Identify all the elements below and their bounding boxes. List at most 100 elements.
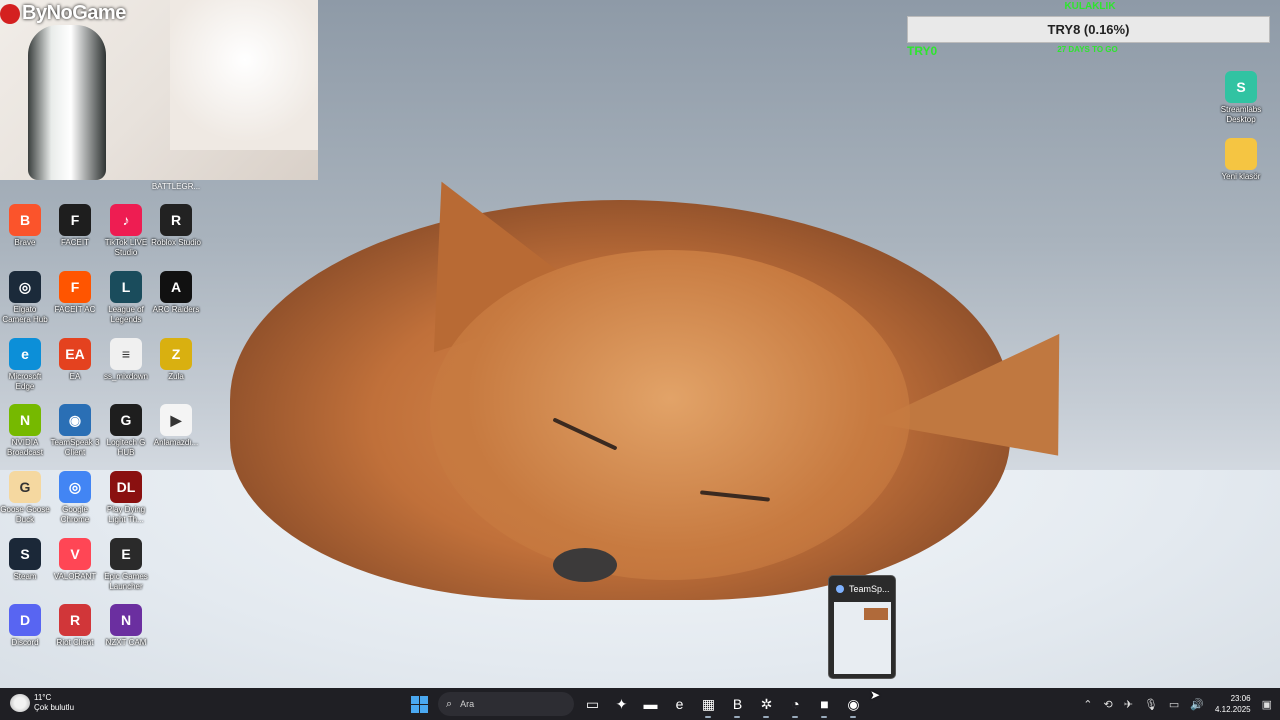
running-indicator bbox=[850, 716, 856, 718]
taskbar-center: ⌕ Ara ▭ ✦ ▬ e ▦ B ✲ ◔ ■ ◉ bbox=[405, 688, 868, 720]
desktop-shortcut-label: Streamlabs Desktop bbox=[1220, 105, 1262, 124]
brave-taskbar-icon: B bbox=[732, 696, 743, 712]
chevron-up-icon[interactable]: ⌃ bbox=[1083, 698, 1092, 711]
riot-icon: R bbox=[59, 604, 91, 636]
desktop-shortcut-label: Goose Goose Duck bbox=[0, 505, 50, 524]
faceit-ac-icon: F bbox=[59, 271, 91, 303]
desktop-shortcut-label: League of Legends bbox=[108, 305, 144, 324]
taskbar: 11°C Çok bulutlu ⌕ Ara ▭ ✦ ▬ e ▦ B ✲ ◔ ■ ◉ ⌃ ⟲ ✈ … bbox=[0, 688, 1280, 720]
start-button[interactable] bbox=[405, 688, 434, 720]
dying-light-icon: DL bbox=[110, 471, 142, 503]
logitech-icon: G bbox=[110, 404, 142, 436]
taskbar-search[interactable]: ⌕ Ara bbox=[438, 692, 574, 716]
desktop-shortcut[interactable]: G Goose Goose Duck bbox=[0, 471, 50, 525]
desktop-shortcut-label: Google Chrome bbox=[60, 505, 90, 524]
brand-name: ByNoGame bbox=[22, 2, 126, 24]
search-icon: ⌕ bbox=[446, 697, 453, 710]
desktop-shortcut[interactable]: ◉ TeamSpeak 3 Client bbox=[50, 404, 100, 458]
goal-title: KULAKLIK bbox=[1064, 1, 1116, 12]
edge-taskbar-button[interactable]: e bbox=[665, 688, 694, 720]
running-indicator bbox=[792, 716, 798, 718]
webcam-chair bbox=[28, 25, 106, 180]
goal-days-remaining: 27 DAYS TO GO bbox=[1057, 45, 1118, 54]
desktop-shortcut[interactable]: ≡ ss_mixdown bbox=[101, 338, 151, 382]
teamspeak-taskbar-button[interactable]: ◉ bbox=[839, 688, 868, 720]
desktop-shortcut[interactable]: G Logitech G HUB bbox=[101, 404, 151, 458]
running-indicator bbox=[734, 716, 740, 718]
desktop-shortcut-label: FACEIT bbox=[60, 238, 89, 247]
desktop-shortcut[interactable]: S Steam bbox=[0, 538, 50, 582]
display-icon[interactable]: ▭ bbox=[1169, 698, 1179, 711]
mouse-cursor-icon: ➤ bbox=[870, 688, 881, 702]
preview-thumbnail[interactable] bbox=[834, 602, 891, 674]
desktop-shortcut[interactable]: N NZXT CAM bbox=[101, 604, 151, 648]
minecraft-taskbar-icon: ■ bbox=[820, 696, 829, 712]
obs-taskbar-button[interactable]: ◔ bbox=[781, 688, 810, 720]
ea-icon: EA bbox=[59, 338, 91, 370]
minecraft-taskbar-button[interactable]: ■ bbox=[810, 688, 839, 720]
desktop-shortcut[interactable]: Yeni klasör bbox=[1216, 138, 1266, 182]
brave-taskbar-button[interactable]: B bbox=[723, 688, 752, 720]
desktop-icon-label-partial[interactable]: BATTLEGR... bbox=[151, 182, 201, 191]
desktop-shortcut[interactable]: R Riot Client bbox=[50, 604, 100, 648]
taskbar-window-preview[interactable]: TeamSp... bbox=[828, 575, 896, 679]
desktop-shortcut[interactable]: V VALORANT bbox=[50, 538, 100, 582]
desktop-shortcut[interactable]: EA EA bbox=[50, 338, 100, 382]
desktop-shortcut[interactable]: E Epic Games Launcher bbox=[101, 538, 151, 592]
microphone-icon[interactable]: 🎙 bbox=[1144, 698, 1158, 711]
desktop-shortcut[interactable]: B Brave bbox=[0, 204, 50, 248]
settings-taskbar-button[interactable]: ✲ bbox=[752, 688, 781, 720]
desktop-shortcut-label: TeamSpeak 3 Client bbox=[50, 438, 100, 457]
weather-temperature: 11°C bbox=[34, 693, 52, 702]
file-explorer-icon: ▬ bbox=[643, 696, 658, 712]
goal-start-amount: TRY0 bbox=[907, 44, 938, 58]
sync-icon[interactable]: ⟲ bbox=[1103, 698, 1112, 711]
edge-taskbar-icon: e bbox=[675, 696, 684, 712]
wallpaper-fox-face bbox=[430, 250, 910, 580]
weather-widget[interactable]: 11°C Çok bulutlu bbox=[10, 693, 74, 713]
desktop-shortcut-label: ARC Raiders bbox=[152, 305, 200, 314]
desktop-shortcut-label: NZXT CAM bbox=[105, 638, 147, 647]
store-button[interactable]: ▦ bbox=[694, 688, 723, 720]
running-indicator bbox=[821, 716, 827, 718]
wallpaper-fox-nose bbox=[553, 548, 617, 582]
roblox-icon: R bbox=[160, 204, 192, 236]
desktop-shortcut-label: TikTok LIVE Studio bbox=[104, 238, 148, 257]
desktop-shortcut[interactable]: ◎ Google Chrome bbox=[50, 471, 100, 525]
desktop-shortcut[interactable]: N NVIDIA Broadcast bbox=[0, 404, 50, 458]
weather-description: Çok bulutlu bbox=[34, 703, 75, 712]
obs-taskbar-icon: ◔ bbox=[791, 696, 800, 712]
network-off-icon[interactable]: ✈ bbox=[1124, 698, 1133, 711]
desktop-shortcut[interactable]: L League of Legends bbox=[101, 271, 151, 325]
file-explorer-button[interactable]: ▬ bbox=[636, 688, 665, 720]
desktop-shortcut[interactable]: DL Play Dying Light Th... bbox=[101, 471, 151, 525]
stream-brand: ByNoGame bbox=[0, 2, 126, 25]
taskbar-clock[interactable]: 23:06 4.12.2025 bbox=[1215, 693, 1251, 715]
task-view-button[interactable]: ▭ bbox=[578, 688, 607, 720]
teamspeak-taskbar-icon: ◉ bbox=[847, 695, 860, 712]
desktop-shortcut-label: Roblox Studio bbox=[151, 238, 201, 247]
folder-icon bbox=[1225, 138, 1257, 170]
copilot-icon: ✦ bbox=[615, 695, 628, 712]
webcam-background bbox=[170, 0, 318, 150]
copilot-button[interactable]: ✦ bbox=[607, 688, 636, 720]
desktop-shortcut[interactable]: R Roblox Studio bbox=[151, 204, 201, 248]
desktop-shortcut[interactable]: D Discord bbox=[0, 604, 50, 648]
desktop-shortcut[interactable]: A ARC Raiders bbox=[151, 271, 201, 315]
desktop-shortcut[interactable]: Z Zula bbox=[151, 338, 201, 382]
desktop-shortcut[interactable]: S Streamlabs Desktop bbox=[1216, 71, 1266, 125]
desktop-shortcut[interactable]: F FACEIT bbox=[50, 204, 100, 248]
desktop-shortcut[interactable]: e Microsoft Edge bbox=[0, 338, 50, 392]
desktop-shortcut[interactable]: ♪ TikTok LIVE Studio bbox=[101, 204, 151, 258]
league-icon: L bbox=[110, 271, 142, 303]
desktop-shortcut-label: Discord bbox=[11, 638, 39, 647]
store-icon: ▦ bbox=[701, 695, 716, 712]
clock-time: 23:06 bbox=[1230, 694, 1251, 703]
notification-icon[interactable]: ▣ bbox=[1262, 698, 1272, 711]
desktop-shortcut[interactable]: F FACEIT AC bbox=[50, 271, 100, 315]
discord-icon: D bbox=[9, 604, 41, 636]
zula-icon: Z bbox=[160, 338, 192, 370]
desktop-shortcut[interactable]: ▶ Anlamazdı... bbox=[151, 404, 201, 448]
desktop-shortcut[interactable]: ◎ Elgato Camera Hub bbox=[0, 271, 50, 325]
volume-icon[interactable]: 🔊 bbox=[1190, 698, 1204, 711]
